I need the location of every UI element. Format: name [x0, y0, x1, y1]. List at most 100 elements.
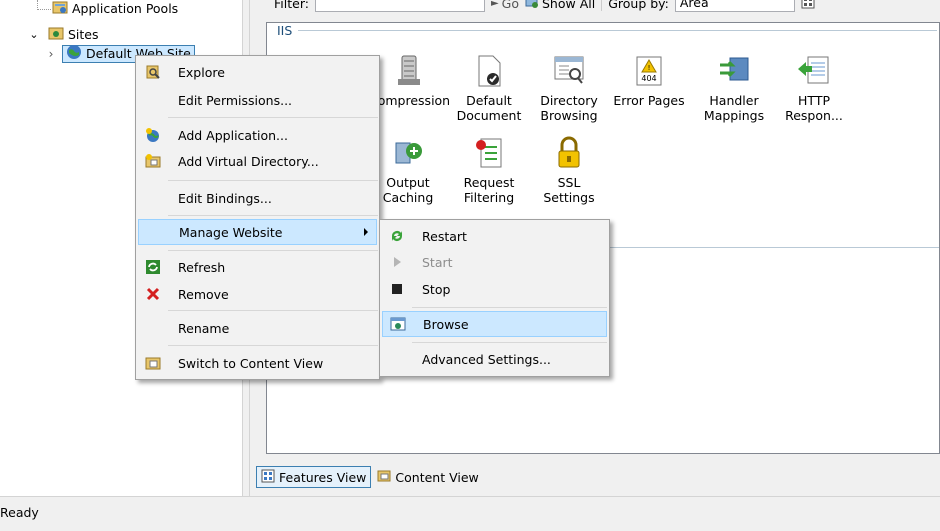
- menu-item-label: Start: [422, 254, 453, 270]
- submenu-item-restart[interactable]: Restart: [382, 223, 607, 249]
- filter-label: Filter:: [274, 0, 309, 11]
- svg-text:404: 404: [641, 74, 656, 83]
- menu-item-remove[interactable]: Remove: [138, 281, 377, 307]
- feature-ssl-settings[interactable]: SSL Settings: [530, 135, 608, 205]
- tree-item-label: Sites: [68, 26, 99, 42]
- tree-item-sites[interactable]: ⌄ Sites: [26, 24, 99, 44]
- error-pages-icon: ! 404: [631, 53, 667, 89]
- default-document-icon: [471, 53, 507, 89]
- menu-item-edit-permissions[interactable]: Edit Permissions...: [138, 87, 377, 113]
- tree-item-application-pools[interactable]: Application Pools: [52, 0, 178, 18]
- menu-item-label: Manage Website: [179, 224, 283, 240]
- handler-mappings-icon: [716, 53, 752, 89]
- menu-item-add-application[interactable]: Add Application...: [138, 122, 377, 148]
- content-view-icon: [377, 469, 391, 486]
- chevron-right-icon[interactable]: ›: [44, 47, 58, 61]
- menu-item-label: Stop: [422, 281, 451, 297]
- globe-icon: [66, 44, 82, 64]
- filter-toolbar: Filter: ► Go Show All Group by: Area: [250, 0, 940, 12]
- tree-item-label: Application Pools: [72, 0, 179, 16]
- menu-item-label: Remove: [178, 286, 229, 302]
- chevron-down-icon[interactable]: ⌄: [26, 28, 42, 41]
- section-title: IIS: [277, 23, 293, 38]
- menu-separator: [168, 215, 378, 216]
- status-bar: Ready: [0, 496, 940, 531]
- show-all-icon: [525, 0, 539, 12]
- menu-item-edit-bindings[interactable]: Edit Bindings...: [138, 185, 377, 211]
- feature-error-pages[interactable]: ! 404 Error Pages: [610, 53, 688, 108]
- submenu-item-stop[interactable]: Stop: [382, 276, 607, 302]
- go-button[interactable]: ► Go: [491, 0, 519, 11]
- ssl-settings-icon: [551, 135, 587, 171]
- go-label: Go: [501, 0, 519, 11]
- menu-item-label: Edit Permissions...: [178, 92, 293, 108]
- sites-folder-icon: [48, 25, 64, 44]
- menu-item-explore[interactable]: Explore: [138, 59, 377, 85]
- menu-separator: [168, 180, 378, 181]
- application-pools-icon: [52, 0, 68, 18]
- show-all-label: Show All: [542, 0, 596, 11]
- menu-separator: [412, 307, 607, 308]
- context-menu: Explore Edit Permissions... Add Applicat…: [135, 55, 380, 380]
- menu-separator: [412, 342, 607, 343]
- menu-item-rename[interactable]: Rename: [138, 315, 377, 341]
- start-icon: [382, 254, 412, 270]
- feature-directory-browsing[interactable]: Directory Browsing: [530, 53, 608, 123]
- feature-handler-mappings[interactable]: Handler Mappings: [695, 53, 773, 123]
- menu-item-label: Rename: [178, 320, 230, 336]
- submenu-item-start[interactable]: Start: [382, 249, 607, 275]
- features-view-icon: [261, 469, 275, 486]
- submenu-item-browse[interactable]: Browse: [382, 311, 607, 337]
- section-divider: [298, 30, 937, 31]
- menu-item-switch-to-content-view[interactable]: Switch to Content View: [138, 350, 377, 376]
- menu-item-add-virtual-directory[interactable]: Add Virtual Directory...: [138, 148, 377, 174]
- feature-default-document[interactable]: Default Document: [450, 53, 528, 123]
- menu-item-refresh[interactable]: Refresh: [138, 254, 377, 280]
- view-mode-button[interactable]: [801, 0, 815, 12]
- menu-item-manage-website[interactable]: Manage Website: [138, 219, 377, 245]
- content-view-icon: [138, 355, 168, 371]
- view-tabs: Features View Content View: [256, 466, 483, 488]
- menu-item-label: Browse: [423, 316, 469, 332]
- restart-icon: [382, 228, 412, 244]
- group-by-select[interactable]: Area: [674, 0, 795, 12]
- remove-icon: [138, 286, 168, 302]
- feature-http-response[interactable]: HTTP Respon...: [775, 53, 853, 123]
- show-all-button[interactable]: Show All: [525, 0, 595, 12]
- feature-request-filtering[interactable]: Request Filtering: [450, 135, 528, 205]
- feature-compression[interactable]: Compression: [369, 53, 451, 108]
- feature-label: Handler Mappings: [703, 93, 765, 123]
- submenu-item-advanced-settings[interactable]: Advanced Settings...: [382, 346, 607, 372]
- menu-item-label: Restart: [422, 228, 467, 244]
- output-caching-icon: [390, 135, 426, 171]
- filter-input[interactable]: [314, 0, 485, 12]
- svg-text:!: !: [648, 64, 651, 72]
- feature-label: Default Document: [456, 93, 522, 123]
- refresh-icon: [138, 259, 168, 275]
- tab-label: Content View: [395, 469, 479, 485]
- toolbar-divider: [601, 0, 603, 11]
- manage-website-submenu: Restart Start Stop Browse Advanced Setti…: [379, 219, 610, 377]
- feature-label: Compression: [369, 93, 451, 108]
- menu-item-label: Explore: [178, 64, 225, 80]
- tab-label: Features View: [279, 469, 367, 485]
- feature-label: HTTP Respon...: [785, 93, 843, 123]
- menu-separator: [168, 310, 378, 311]
- stop-icon: [382, 281, 412, 297]
- menu-separator: [168, 345, 378, 346]
- tab-content-view[interactable]: Content View: [373, 466, 482, 488]
- status-text: Ready: [0, 505, 39, 520]
- menu-item-label: Add Virtual Directory...: [178, 153, 319, 169]
- compression-icon: [390, 53, 426, 89]
- section-header-iis: IIS: [277, 23, 937, 38]
- tab-features-view[interactable]: Features View: [256, 466, 372, 488]
- menu-item-label: Advanced Settings...: [422, 351, 551, 367]
- menu-item-label: Switch to Content View: [178, 355, 324, 371]
- feature-label: Error Pages: [613, 93, 685, 108]
- tree-connector: [37, 9, 51, 10]
- go-icon: ►: [490, 0, 499, 9]
- browse-icon: [383, 316, 413, 332]
- feature-output-caching[interactable]: Output Caching: [369, 135, 447, 205]
- menu-separator: [168, 117, 378, 118]
- feature-label: Request Filtering: [463, 175, 515, 205]
